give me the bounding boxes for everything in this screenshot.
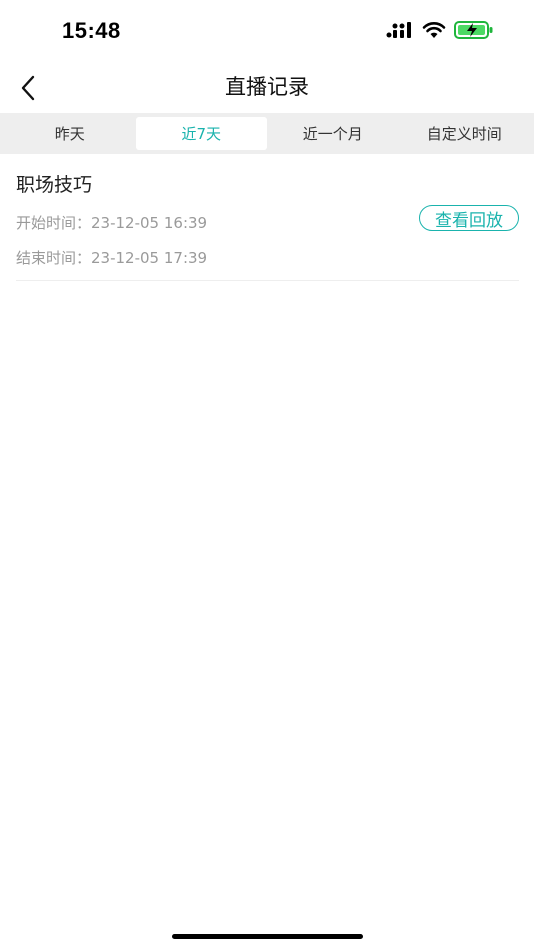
navigation-bar: 直播记录 bbox=[0, 64, 534, 112]
home-indicator[interactable] bbox=[172, 934, 363, 939]
tab-custom-time[interactable]: 自定义时间 bbox=[399, 117, 531, 150]
status-time: 15:48 bbox=[62, 18, 121, 43]
record-title: 职场技巧 bbox=[16, 174, 93, 196]
date-filter-tabs: 昨天 近7天 近一个月 自定义时间 bbox=[0, 113, 534, 154]
record-end-time: 结束时间：23-12-05 17:39 bbox=[16, 249, 208, 267]
live-record-item: 职场技巧 开始时间：23-12-05 16:39 结束时间：23-12-05 1… bbox=[16, 160, 519, 281]
battery-charging-icon bbox=[454, 21, 493, 39]
view-replay-button[interactable]: 查看回放 bbox=[419, 205, 519, 231]
cellular-signal-icon bbox=[386, 22, 411, 38]
page-title: 直播记录 bbox=[225, 75, 309, 99]
status-bar: 15:48 bbox=[0, 0, 534, 64]
record-start-time: 开始时间：23-12-05 16:39 bbox=[16, 214, 208, 232]
status-icons bbox=[386, 20, 494, 40]
tab-last-7-days[interactable]: 近7天 bbox=[135, 117, 267, 150]
wifi-icon bbox=[422, 22, 446, 38]
tab-yesterday[interactable]: 昨天 bbox=[4, 117, 136, 150]
tab-last-month[interactable]: 近一个月 bbox=[267, 117, 399, 150]
